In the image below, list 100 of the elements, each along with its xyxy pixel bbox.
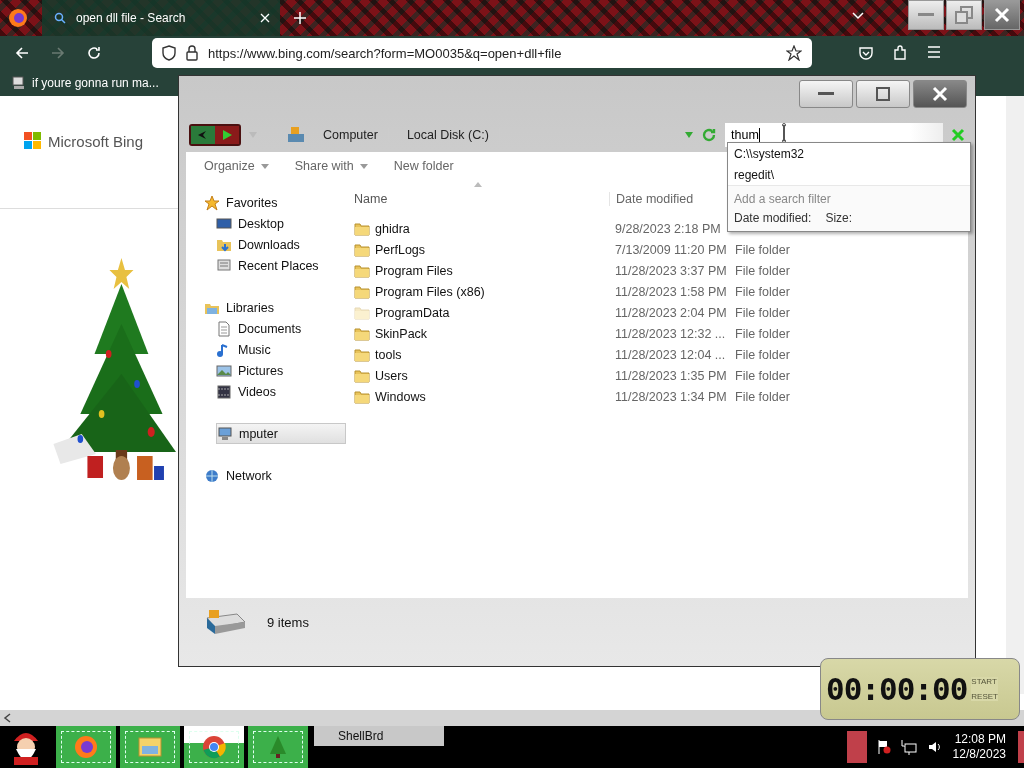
file-name[interactable]: ProgramData	[375, 305, 450, 320]
type-cell: File folder	[735, 242, 790, 257]
taskbar-button[interactable]: ShellBrd	[314, 726, 444, 746]
scrollbar[interactable]	[1006, 96, 1024, 694]
column-header[interactable]: Date modified	[616, 192, 694, 206]
minimize-button[interactable]	[799, 80, 853, 108]
chevron-down-icon[interactable]	[852, 12, 864, 20]
nav-item[interactable]: Pictures	[186, 360, 346, 381]
minimize-icon	[918, 13, 934, 17]
nav-icon	[216, 257, 232, 274]
column-header[interactable]: Name	[354, 192, 388, 206]
file-name[interactable]: ghidra	[375, 221, 410, 236]
puzzle-icon[interactable]	[892, 45, 908, 61]
start-button[interactable]: START	[971, 677, 998, 686]
nav-item[interactable]: Music	[186, 339, 346, 360]
flag-icon[interactable]	[876, 739, 891, 755]
nav-icon	[216, 362, 232, 379]
nav-item[interactable]: Favorites	[186, 192, 346, 213]
date-cell-text: 11/28/2023 1:34 PM	[615, 389, 728, 404]
type-cell: File folder	[735, 389, 790, 404]
file-name[interactable]: SkinPack	[375, 326, 428, 341]
date-cell-text: 11/28/2023 12:32 ...	[615, 326, 727, 341]
nav-item[interactable]: Libraries	[186, 297, 346, 318]
browser-tab[interactable]: open dll file - Search	[42, 0, 280, 36]
chrome-icon	[200, 733, 228, 761]
back-button[interactable]	[191, 126, 215, 144]
nav-icon	[216, 215, 232, 232]
computer-icon	[287, 126, 305, 144]
logo-icon	[24, 132, 42, 150]
close-button[interactable]	[984, 0, 1020, 30]
minimize-button[interactable]	[908, 0, 944, 30]
nav-icon	[204, 194, 220, 211]
taskbar-app[interactable]	[184, 726, 244, 768]
breadcrumb[interactable]: Computer	[313, 128, 389, 142]
firefox-icon[interactable]	[8, 8, 28, 28]
suggestion-item[interactable]: regedit\	[728, 164, 970, 185]
minimize-icon	[818, 92, 834, 96]
type-cell: File folder	[735, 263, 790, 278]
new-tab-icon[interactable]	[294, 12, 306, 24]
firefox-icon	[72, 733, 100, 761]
bookmark-link[interactable]: if youre gonna run ma...	[32, 76, 159, 90]
nav-item[interactable]: Recent Places	[186, 255, 346, 276]
clock-date: 12/8/2023	[952, 747, 1006, 762]
filter-hint: Add a search filter	[734, 190, 832, 208]
status-text: 9 items	[267, 614, 309, 630]
pocket-icon[interactable]	[858, 45, 874, 61]
lock-icon	[186, 45, 198, 61]
shield-icon	[162, 45, 176, 61]
date-cell-text: 11/28/2023 1:35 PM	[615, 368, 728, 383]
restore-icon	[955, 6, 973, 24]
nav-icon	[216, 383, 232, 400]
type-cell: File folder	[735, 284, 790, 299]
arrow-icon	[86, 45, 102, 61]
arrow-icon	[14, 45, 30, 61]
maximize-icon	[876, 87, 890, 101]
address-bar[interactable]: https://www.bing.com/search?form=MO0035&q=open+dll+file	[152, 38, 812, 68]
file-name[interactable]: Windows	[375, 389, 426, 404]
toolbar-button[interactable]: Organize	[204, 159, 269, 173]
close-button[interactable]	[913, 80, 967, 108]
toolbar-button[interactable]: Share with	[294, 159, 368, 173]
type-cell: File folder	[735, 326, 790, 341]
date-cell-text: 9/28/2023 2:18 PM	[615, 221, 722, 236]
volume-icon[interactable]	[926, 739, 943, 755]
breadcrumb[interactable]: Local Disk (C:)	[396, 128, 500, 142]
nav-item[interactable]: Network	[186, 465, 346, 486]
maximize-button[interactable]	[856, 80, 910, 108]
nav-item[interactable]: mputer	[216, 423, 346, 444]
file-name[interactable]: Program Files (x86)	[375, 284, 485, 299]
restore-button[interactable]	[946, 0, 982, 30]
nav-item[interactable]: Videos	[186, 381, 346, 402]
sort-icon	[474, 182, 482, 187]
taskbar-app[interactable]	[56, 726, 116, 768]
nav-item[interactable]: Desktop	[186, 213, 346, 234]
nav-item[interactable]: Documents	[186, 318, 346, 339]
close-icon	[994, 7, 1010, 23]
close-icon	[932, 86, 948, 102]
nav-icon	[204, 467, 220, 484]
tray-tile[interactable]	[846, 731, 867, 763]
drive-icon	[203, 608, 247, 636]
date-cell-text: 11/28/2023 3:37 PM	[615, 263, 728, 278]
file-name[interactable]: Users	[375, 368, 408, 383]
file-name[interactable]: tools	[375, 347, 402, 362]
taskbar-app[interactable]	[248, 726, 308, 768]
type-cell: File folder	[735, 305, 790, 320]
nav-item[interactable]: Downloads	[186, 234, 346, 255]
taskbar-app[interactable]	[120, 726, 180, 768]
arrow-icon	[50, 45, 66, 61]
date-cell-text: 7/13/2009 11:20 PM	[615, 242, 728, 257]
menu-icon[interactable]	[926, 45, 942, 59]
forward-button[interactable]	[215, 126, 239, 144]
network-icon[interactable]	[900, 739, 917, 755]
file-name[interactable]: Program Files	[375, 263, 453, 278]
reset-button[interactable]: RESET	[971, 692, 998, 701]
star-icon[interactable]	[786, 45, 802, 61]
clock-time: 12:08 PM	[954, 732, 1006, 747]
date-cell-text: 11/28/2023 1:58 PM	[615, 284, 728, 299]
file-name[interactable]: PerfLogs	[375, 242, 426, 257]
filter-option[interactable]: Date modified:	[734, 210, 812, 225]
filter-option[interactable]: Size:	[825, 210, 853, 225]
toolbar-button[interactable]: New folder	[393, 159, 454, 173]
